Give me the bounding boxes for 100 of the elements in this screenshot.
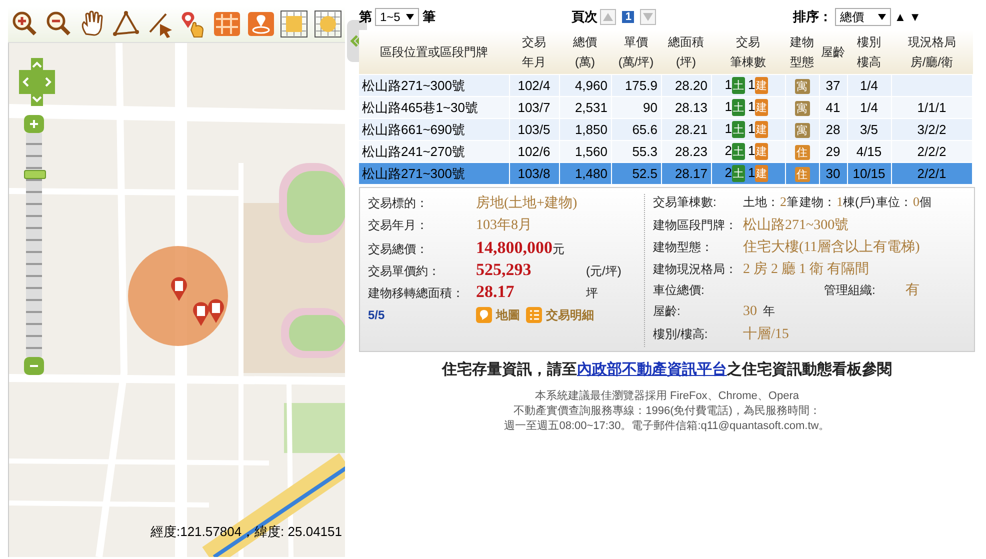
- field-label: 車位：: [876, 194, 912, 211]
- field-label: 交易年月：: [368, 217, 429, 234]
- table-row[interactable]: 松山路271~300號 102/4 4,960 175.9 28.20 1土 1建 寓 37 1/4: [359, 74, 972, 96]
- table-cell: 松山路465巷1~30號: [359, 96, 509, 118]
- table-cell: 103/7: [509, 96, 559, 118]
- up-triangle-icon: [603, 13, 614, 21]
- table-cell: 2/2/2: [891, 140, 972, 162]
- land-badge: 土: [732, 165, 745, 182]
- magnifier-plus-icon: [11, 10, 39, 38]
- measure-area-button[interactable]: [110, 9, 141, 39]
- grid-square-icon: [280, 10, 308, 38]
- field-label: 建物：: [800, 194, 836, 211]
- building-badge: 建: [755, 99, 768, 116]
- unit-label: 個: [920, 194, 932, 211]
- field-value: 30: [743, 304, 757, 320]
- dropdown-arrow-icon: [406, 14, 414, 20]
- unit-label: 坪: [586, 285, 598, 302]
- field-value: 28.17: [476, 282, 516, 302]
- table-cell: 4/15: [847, 140, 891, 162]
- table-cell: 102/4: [509, 74, 559, 96]
- table-cell: 65.6: [611, 118, 661, 140]
- page-size-label: 筆: [422, 8, 436, 26]
- field-label: 樓別/樓高:: [653, 326, 709, 344]
- table-cell: 28.17: [661, 162, 711, 184]
- pan-control-icon[interactable]: [19, 58, 55, 106]
- field-value: 住宅大樓(11層含以上有電梯): [743, 238, 920, 256]
- table-cell: 175.9: [611, 74, 661, 96]
- street-grid-button[interactable]: [212, 9, 242, 39]
- circle-select-button[interactable]: [312, 9, 343, 39]
- table-cell: 松山路241~270號: [359, 140, 509, 162]
- table-cell: 2: [724, 164, 732, 180]
- table-cell: 2/2/1: [891, 162, 972, 184]
- grid-select-button[interactable]: [279, 9, 310, 39]
- table-cell: 1,850: [559, 118, 611, 140]
- page-label: 頁次: [571, 8, 598, 26]
- table-row[interactable]: 松山路465巷1~30號 103/7 2,531 90 28.13 1土 1建 寓 41 1/4 1/1/1: [359, 96, 972, 118]
- sort-descending-button[interactable]: ▼: [909, 10, 921, 24]
- field-label: 交易總價：: [368, 241, 429, 258]
- grid-circle-icon: [314, 10, 342, 38]
- field-value: 松山路271~300號: [743, 216, 849, 234]
- field-value: 103年8月: [476, 216, 532, 234]
- page-size-select[interactable]: 1~5: [375, 8, 420, 26]
- field-value: 十層/15: [743, 326, 789, 344]
- coordinates-text: 經度:121.57804，緯度: 25.04151: [150, 523, 342, 541]
- building-marker-icon[interactable]: [208, 299, 224, 323]
- table-cell: 41: [819, 96, 847, 118]
- unit-label: 棟(戶): [843, 194, 875, 211]
- table-cell: 松山路661~690號: [359, 118, 509, 140]
- table-cell: 4,960: [559, 74, 611, 96]
- list-icon: [526, 307, 542, 323]
- table-row[interactable]: 松山路661~690號 103/5 1,850 65.6 28.21 1土 1建 寓 28 3/5 3/2/2: [359, 118, 972, 140]
- zoom-slider-thumb[interactable]: [24, 170, 46, 180]
- table-cell: 28.13: [661, 96, 711, 118]
- table-cell: 1: [748, 76, 756, 92]
- building-type-badge: 寓: [794, 78, 810, 94]
- table-row[interactable]: 松山路241~270號 102/6 1,560 55.3 28.23 2土 1建 住 29 4/15 2/2/2: [359, 140, 972, 162]
- table-cell: 松山路271~300號: [359, 74, 509, 96]
- building-badge: 建: [755, 121, 768, 138]
- platform-link[interactable]: 內政部不動產資訊平台: [577, 361, 727, 378]
- table-cell: 37: [819, 74, 847, 96]
- table-cell: 1,560: [559, 140, 611, 162]
- land-badge: 土: [732, 77, 745, 94]
- table-cell: 10/15: [847, 162, 891, 184]
- building-type-badge: 寓: [794, 122, 810, 138]
- land-badge: 土: [732, 143, 745, 160]
- triangle-icon: [112, 10, 140, 38]
- field-value: 1: [836, 194, 843, 210]
- dropdown-arrow-icon: [878, 14, 886, 20]
- field-value: 房地(土地+建物): [476, 194, 578, 212]
- table-cell: 90: [611, 96, 661, 118]
- table-cell: 1/1/1: [891, 96, 972, 118]
- field-label: 建物區段門牌：: [653, 216, 738, 234]
- current-page[interactable]: 1: [622, 11, 634, 23]
- table-cell: 55.3: [611, 140, 661, 162]
- table-row[interactable]: 松山路271~300號 103/8 1,480 52.5 28.17 2土 1建 住 30 10/15 2/2/1: [359, 162, 972, 184]
- table-cell: 52.5: [611, 162, 661, 184]
- table-cell: 3/2/2: [891, 118, 972, 140]
- sort-ascending-button[interactable]: ▲: [894, 10, 906, 24]
- map-pin-button[interactable]: [246, 9, 276, 39]
- table-cell: 1/4: [847, 74, 891, 96]
- map-pin-icon: [246, 10, 275, 38]
- field-value: 有: [905, 282, 920, 300]
- table-cell: 1: [748, 120, 756, 136]
- table-cell: 1: [748, 98, 756, 114]
- table-cell: 103/5: [509, 118, 559, 140]
- record-counter: 5/5: [368, 308, 386, 322]
- table-cell: 2,531: [559, 96, 611, 118]
- plus-icon: [29, 119, 39, 129]
- table-cell: 1,480: [559, 162, 611, 184]
- table-cell: 28: [819, 118, 847, 140]
- field-label: 土地：: [743, 194, 779, 211]
- building-marker-icon[interactable]: [171, 277, 187, 301]
- unit-label: 元: [552, 241, 564, 258]
- sort-select[interactable]: 總價: [835, 8, 892, 26]
- table-cell: 1/4: [847, 96, 891, 118]
- table-cell: 松山路271~300號: [359, 162, 509, 184]
- building-marker-icon[interactable]: [193, 302, 209, 326]
- table-cell: 2: [724, 142, 732, 158]
- column-header: 區段位置或區段門牌: [359, 30, 509, 74]
- table-cell: 1: [748, 142, 756, 158]
